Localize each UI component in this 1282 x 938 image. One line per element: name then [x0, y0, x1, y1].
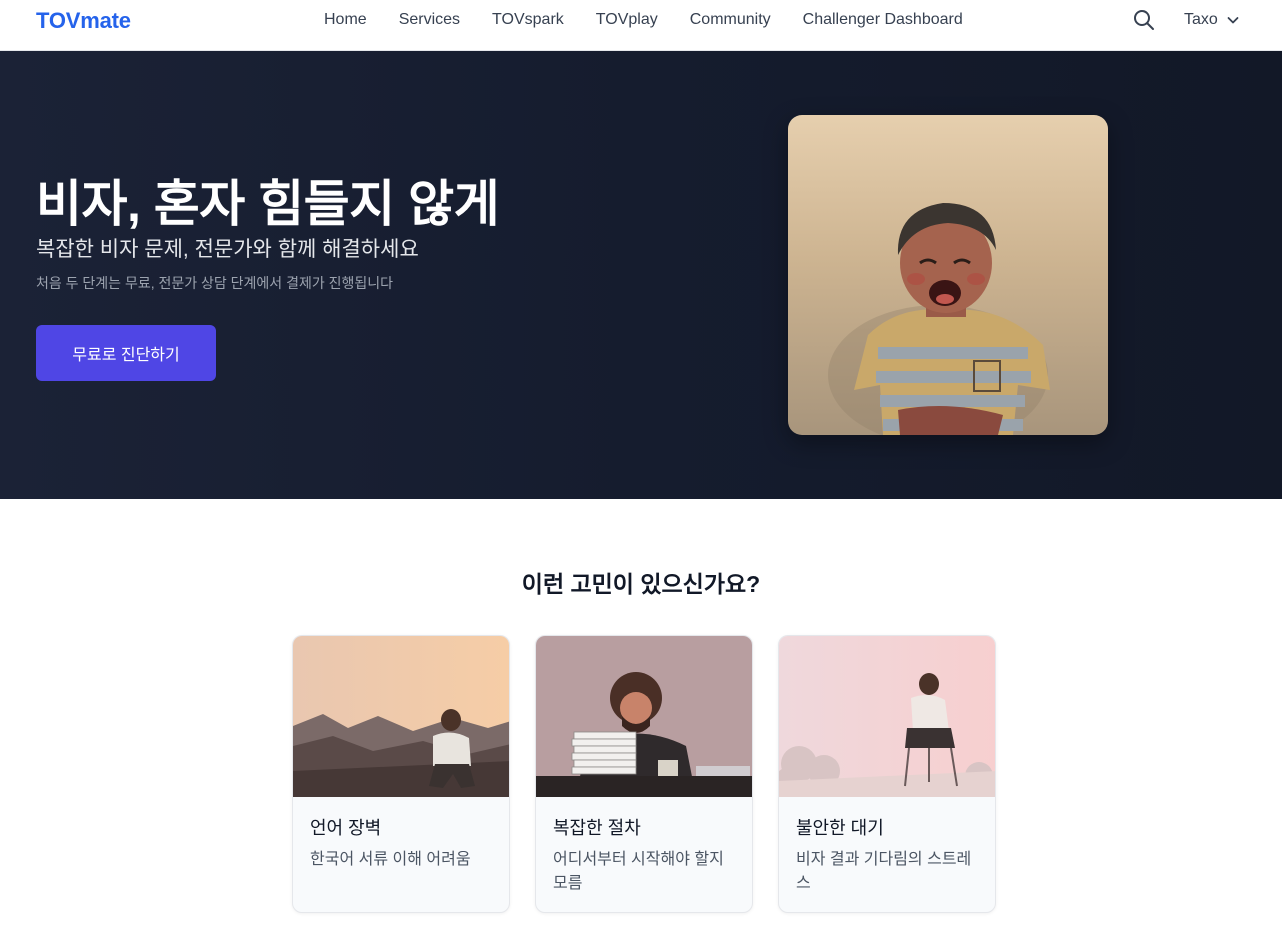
concerns-heading: 이런 고민이 있으신가요? — [521, 571, 761, 597]
hero-note: 처음 두 단계는 무료, 전문가 상담 단계에서 결제가 진행됩니다 — [36, 275, 394, 291]
hero-title: 비자, 혼자 힘들지 않게 — [36, 176, 500, 232]
complex-procedure-illustration — [536, 636, 752, 797]
card-description: 어디서부터 시작해야 할지 모름 — [553, 851, 724, 892]
main-nav: Home Services TOVspark TOVplay Community… — [324, 11, 995, 29]
concern-card-procedure[interactable]: 복잡한 절차 어디서부터 시작해야 할지 모름 — [535, 635, 753, 913]
card-description: 비자 결과 기다림의 스트레스 — [796, 851, 972, 892]
card-title: 불안한 대기 — [796, 818, 884, 838]
concern-card-waiting[interactable]: 불안한 대기 비자 결과 기다림의 스트레스 — [778, 635, 996, 913]
nav-link-challenger-dashboard[interactable]: Challenger Dashboard — [803, 11, 963, 29]
chevron-down-icon — [1227, 17, 1239, 24]
concern-card-language[interactable]: 언어 장벽 한국어 서류 이해 어려움 — [292, 635, 510, 913]
nav-link-tovspark[interactable]: TOVspark — [492, 11, 564, 29]
hero-subtitle: 복잡한 비자 문제, 전문가와 함께 해결하세요 — [36, 238, 419, 261]
card-title: 언어 장벽 — [310, 818, 382, 838]
nav-link-services[interactable]: Services — [399, 11, 460, 29]
hero-section: 비자, 혼자 힘들지 않게 복잡한 비자 문제, 전문가와 함께 해결하세요 처… — [0, 51, 1282, 499]
nav-link-home[interactable]: Home — [324, 11, 367, 29]
language-selector[interactable]: Taxo — [1184, 11, 1240, 29]
nav-link-tovplay[interactable]: TOVplay — [596, 11, 658, 29]
card-description: 한국어 서류 이해 어려움 — [310, 851, 471, 868]
anxious-waiting-illustration — [779, 636, 995, 797]
language-barrier-illustration — [293, 636, 509, 797]
logo[interactable]: TOVmate — [36, 8, 131, 34]
free-diagnosis-button[interactable]: 무료로 진단하기 — [36, 325, 216, 381]
nav-link-community[interactable]: Community — [690, 11, 771, 29]
language-label: Taxo — [1184, 11, 1218, 28]
search-icon[interactable] — [1132, 8, 1156, 32]
card-title: 복잡한 절차 — [553, 818, 641, 838]
top-navbar: TOVmate Home Services TOVspark TOVplay C… — [0, 0, 1282, 51]
hero-illustration — [788, 115, 1108, 435]
